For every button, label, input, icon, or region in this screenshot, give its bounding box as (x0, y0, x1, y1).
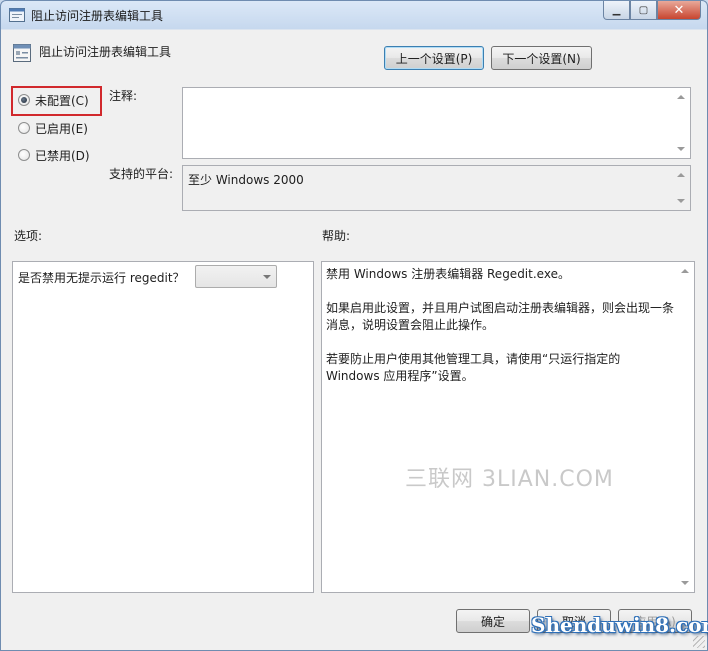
scroll-down-icon[interactable] (677, 147, 685, 151)
chevron-down-icon (263, 275, 271, 279)
radio-indicator (18, 149, 30, 161)
window-title: 阻止访问注册表编辑工具 (31, 9, 164, 23)
help-panel[interactable]: 禁用 Windows 注册表编辑器 Regedit.exe。 如果启用此设置，并… (321, 261, 695, 593)
help-paragraph: 若要防止用户使用其他管理工具，请使用“只运行指定的 Windows 应用程序”设… (326, 352, 621, 383)
help-scrollbar[interactable] (677, 262, 694, 592)
title-bar[interactable]: 阻止访问注册表编辑工具 ▁ ▢ ✕ (1, 1, 707, 29)
close-icon: ✕ (673, 2, 685, 18)
window-controls: ▁ ▢ ✕ (603, 1, 701, 21)
radio-label: 已禁用(D) (35, 148, 90, 163)
regedit-option-dropdown[interactable] (195, 265, 277, 288)
scroll-up-icon[interactable] (681, 269, 689, 273)
radio-enabled[interactable]: 已启用(E) (18, 120, 88, 136)
scroll-down-icon[interactable] (677, 199, 685, 203)
scroll-up-icon[interactable] (677, 95, 685, 99)
policy-setting-icon (13, 44, 31, 62)
options-panel: 是否禁用无提示运行 regedit？ (12, 261, 314, 593)
ok-button[interactable]: 确定 (456, 609, 530, 633)
help-paragraph: 如果启用此设置，并且用户试图启动注册表编辑器，则会出现一条消息，说明设置会阻止此… (326, 301, 675, 332)
radio-label: 已启用(E) (35, 121, 88, 136)
radio-not-configured[interactable]: 未配置(C) (18, 92, 89, 108)
dialog-window: 阻止访问注册表编辑工具 ▁ ▢ ✕ 阻止访问注册表编辑工具 上一个设置(P) 下… (0, 0, 708, 651)
help-text: 禁用 Windows 注册表编辑器 Regedit.exe。 如果启用此设置，并… (326, 266, 676, 402)
help-header: 帮助: (322, 229, 351, 243)
platform-value: 至少 Windows 2000 (188, 173, 304, 187)
radio-label: 未配置(C) (35, 93, 89, 108)
platform-scrollbar[interactable] (673, 166, 690, 210)
scroll-up-icon[interactable] (677, 173, 685, 177)
minimize-icon: ▁ (612, 4, 621, 16)
radio-disabled[interactable]: 已禁用(D) (18, 147, 90, 163)
comment-textarea[interactable] (182, 87, 691, 159)
comment-label: 注释: (109, 89, 138, 103)
resize-grip-icon[interactable] (693, 636, 705, 648)
policy-app-icon (9, 8, 25, 22)
previous-setting-button[interactable]: 上一个设置(P) (384, 46, 484, 70)
option-label: 是否禁用无提示运行 regedit？ (18, 271, 185, 285)
options-header: 选项: (14, 229, 43, 243)
platform-field[interactable]: 至少 Windows 2000 (182, 165, 691, 211)
maximize-button[interactable]: ▢ (630, 1, 657, 20)
comment-scrollbar[interactable] (673, 88, 690, 158)
minimize-button[interactable]: ▁ (603, 1, 630, 20)
watermark-center: 三联网 3LIAN.COM (405, 467, 614, 492)
scroll-down-icon[interactable] (681, 581, 689, 585)
maximize-icon: ▢ (638, 4, 649, 16)
radio-indicator (18, 94, 30, 106)
policy-name: 阻止访问注册表编辑工具 (39, 45, 172, 59)
platform-label: 支持的平台: (109, 167, 174, 181)
watermark-corner: Shenduwin8.com (531, 613, 708, 637)
radio-indicator (18, 122, 30, 134)
next-setting-button[interactable]: 下一个设置(N) (491, 46, 592, 70)
help-paragraph: 禁用 Windows 注册表编辑器 Regedit.exe。 (326, 267, 570, 281)
close-button[interactable]: ✕ (657, 1, 701, 20)
